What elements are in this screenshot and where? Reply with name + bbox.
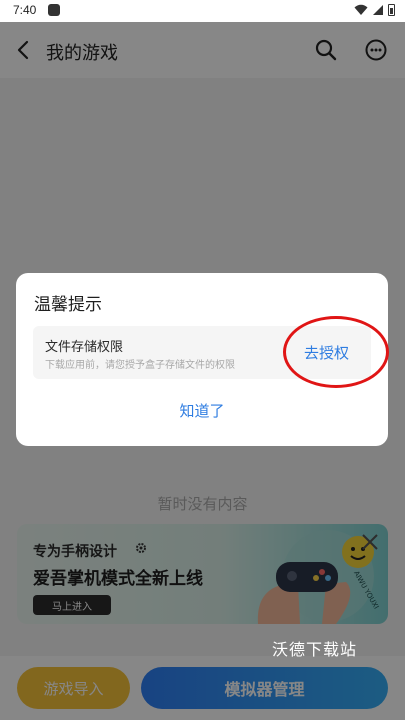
permission-desc: 下载应用前，请您授予盒子存储文件的权限 [45, 360, 235, 371]
watermark-text: 沃德下载站 [271, 640, 357, 659]
status-time: 7:40 [13, 3, 37, 17]
dialog-title: 温馨提示 [34, 295, 102, 315]
permission-name: 文件存储权限 [45, 340, 124, 355]
status-bar: 7:40 [0, 0, 405, 22]
got-it-button[interactable]: 知道了 [16, 400, 388, 421]
wifi-icon [354, 4, 368, 15]
notification-app-icon [48, 4, 60, 16]
highlight-circle [283, 316, 389, 388]
permission-dialog: 温馨提示 文件存储权限 下载应用前，请您授予盒子存储文件的权限 去授权 知道了 [16, 273, 389, 446]
status-icons [354, 4, 395, 16]
signal-icon [373, 5, 383, 15]
battery-icon [388, 4, 395, 16]
